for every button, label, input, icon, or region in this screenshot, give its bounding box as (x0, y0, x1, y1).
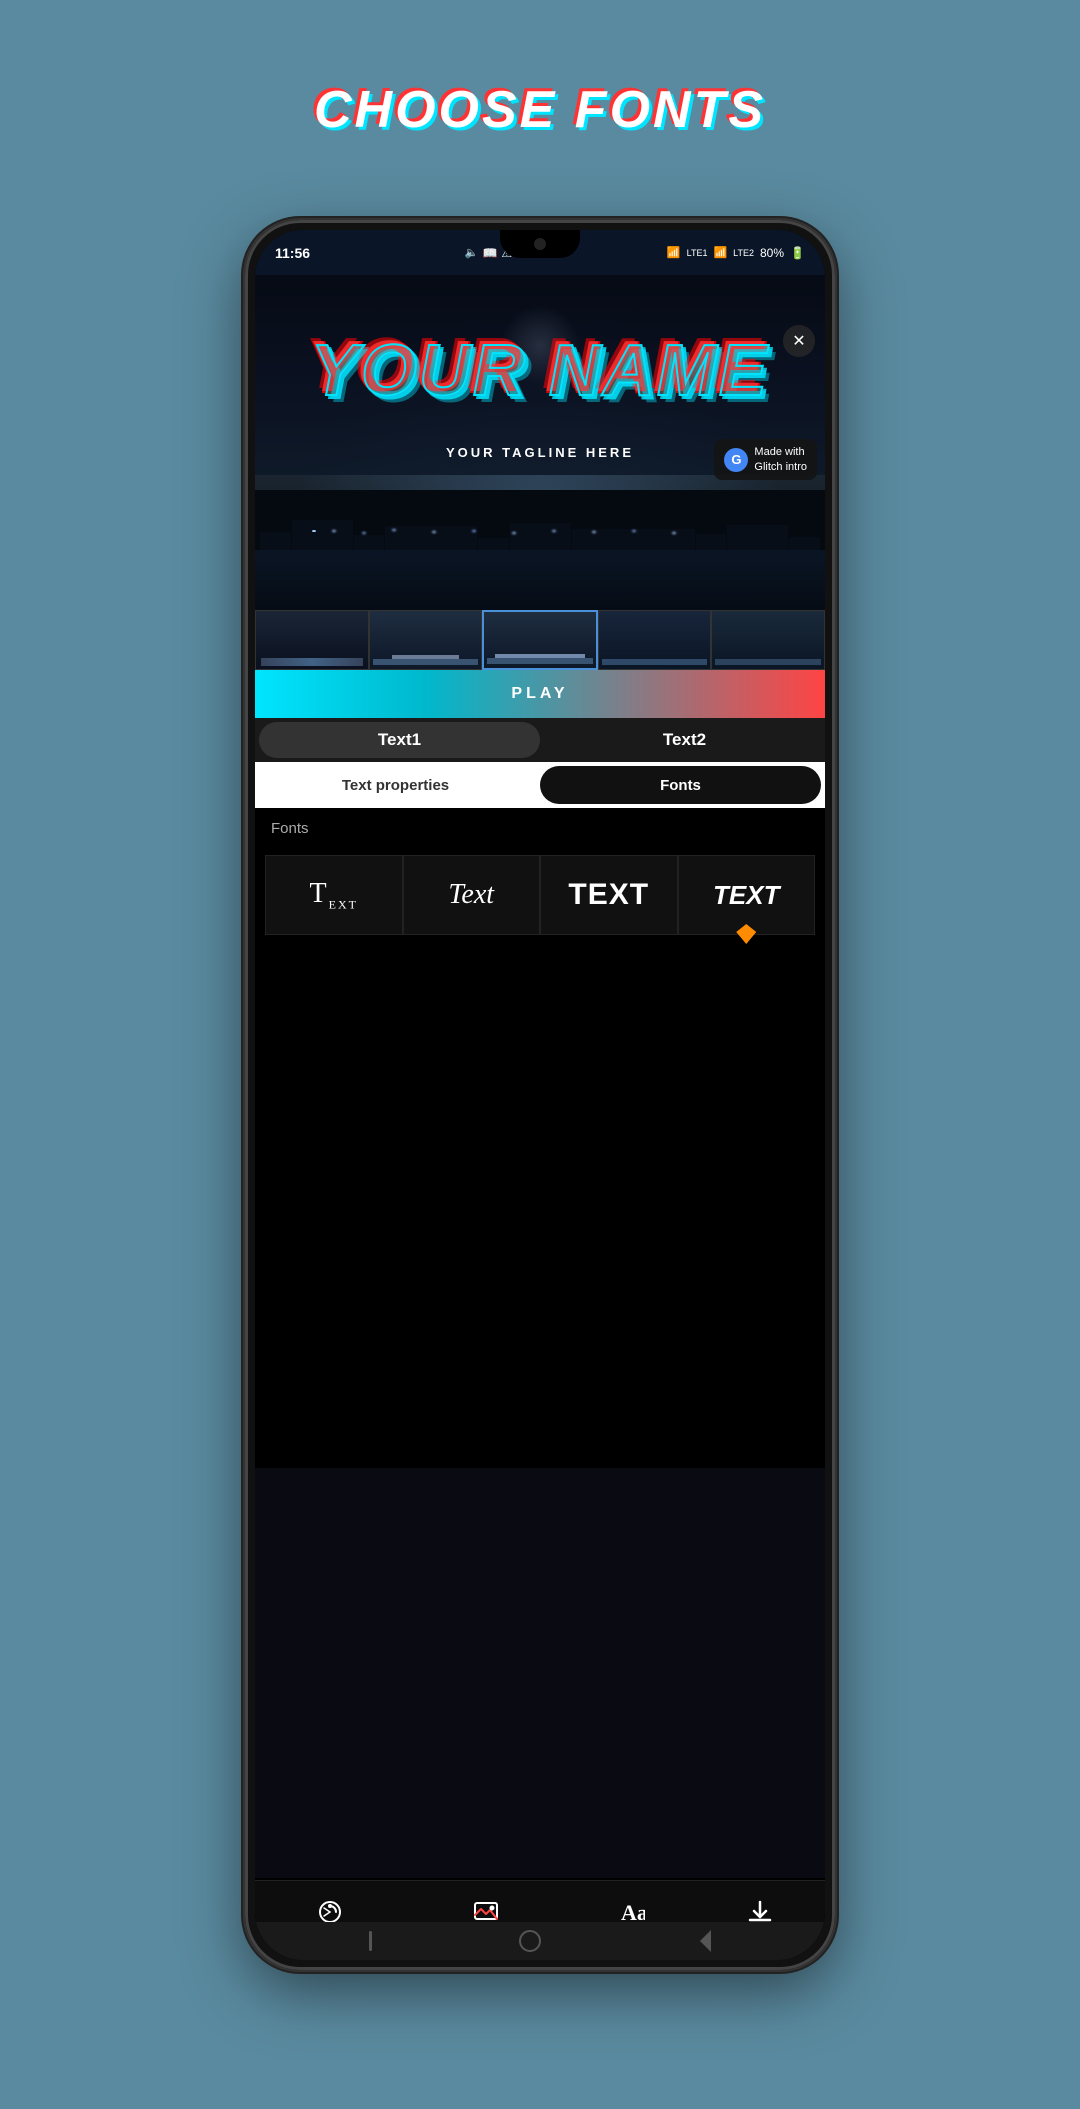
glitch-icon: G (724, 448, 748, 472)
font-item-3[interactable]: TEXT (540, 855, 678, 935)
thumb-4[interactable] (598, 610, 712, 670)
status-bar: 11:56 🔈 📖 ⚠ 📶 LTE1 📶 LTE2 80% 🔋 (255, 230, 825, 275)
font-preview-3: TEXT (568, 878, 649, 912)
font-preview-4: TEXT (713, 880, 779, 911)
made-with-text: Made withGlitch intro (754, 445, 807, 474)
prop-tabs: Text properties Fonts (255, 762, 825, 808)
font-preview-1: TEXT (310, 878, 358, 913)
phone-screen: 11:56 🔈 📖 ⚠ 📶 LTE1 📶 LTE2 80% 🔋 (255, 230, 825, 1960)
home-recents-button[interactable] (689, 1930, 711, 1952)
status-right: 📶 LTE1 📶 LTE2 80% 🔋 (667, 246, 805, 260)
preview-area: YOUR NAME YOUR TAGLINE HERE ✕ G Made wit… (255, 275, 825, 610)
cityscape (255, 490, 825, 550)
dark-content-area (255, 1468, 825, 1878)
home-indicator (255, 1922, 825, 1960)
wifi-icon: 📶 (667, 246, 681, 259)
text1-tab[interactable]: Text1 (259, 722, 540, 758)
battery-icon: 🔋 (790, 246, 805, 260)
font-item-2[interactable]: Text (403, 855, 541, 935)
status-time: 11:56 (275, 245, 310, 261)
home-button[interactable] (519, 1930, 541, 1952)
font-item-4[interactable]: TEXT (678, 855, 816, 935)
book-icon: 📖 (482, 246, 497, 260)
fonts-tab[interactable]: Fonts (540, 766, 821, 804)
text-tabs: Text1 Text2 (255, 718, 825, 762)
lte2-label: LTE2 (733, 248, 754, 258)
camera-notch (534, 238, 546, 250)
preview-main-text: YOUR NAME (255, 330, 825, 412)
svg-text:Aa: Aa (621, 1900, 645, 1925)
text-properties-tab[interactable]: Text properties (255, 762, 536, 808)
font-item-1[interactable]: TEXT (265, 855, 403, 935)
page-title: CHOOSE FONTS (314, 80, 766, 140)
thumb-1[interactable] (255, 610, 369, 670)
lte1-label: LTE1 (687, 248, 708, 258)
made-with-badge: G Made withGlitch intro (714, 439, 817, 480)
speaker-icon: 🔈 (465, 246, 479, 259)
thumb-2[interactable] (369, 610, 483, 670)
phone-device: 11:56 🔈 📖 ⚠ 📶 LTE1 📶 LTE2 80% 🔋 (245, 220, 835, 1970)
play-button[interactable]: PLAY (255, 670, 825, 718)
text2-tab[interactable]: Text2 (544, 718, 825, 762)
battery-level: 80% (760, 246, 784, 260)
fonts-section: Fonts TEXT Text TEXT TEXT (255, 808, 825, 1880)
thumb-3[interactable] (482, 610, 598, 670)
font-preview-2: Text (448, 879, 494, 911)
premium-diamond-icon (736, 924, 756, 944)
close-button[interactable]: ✕ (783, 325, 815, 357)
home-back-button[interactable] (369, 1931, 372, 1951)
thumb-5[interactable] (711, 610, 825, 670)
thumbnail-strip[interactable] (255, 610, 825, 670)
notch (500, 230, 580, 258)
fonts-grid: TEXT Text TEXT TEXT (255, 845, 825, 945)
fonts-label: Fonts (255, 808, 825, 845)
water-reflection (255, 550, 825, 610)
signal-icon: 📶 (713, 246, 727, 259)
